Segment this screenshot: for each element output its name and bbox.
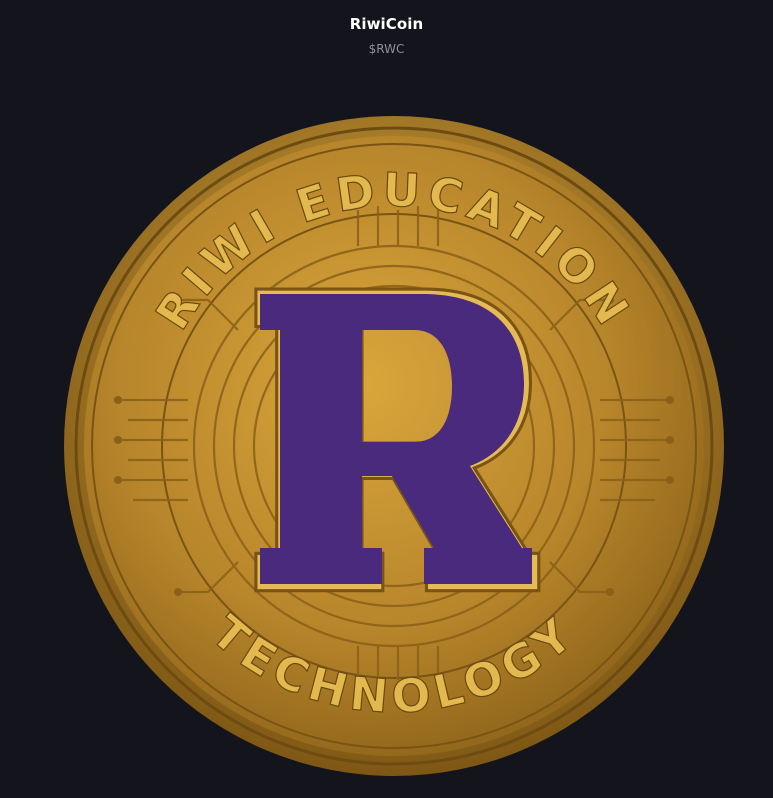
- token-ticker: $RWC: [368, 42, 405, 56]
- coin-image: RIWI EDUCATION TECHNOLOGY R: [58, 110, 730, 782]
- coin-graphic: RIWI EDUCATION TECHNOLOGY R: [64, 116, 724, 776]
- token-name: RiwiCoin: [349, 15, 424, 33]
